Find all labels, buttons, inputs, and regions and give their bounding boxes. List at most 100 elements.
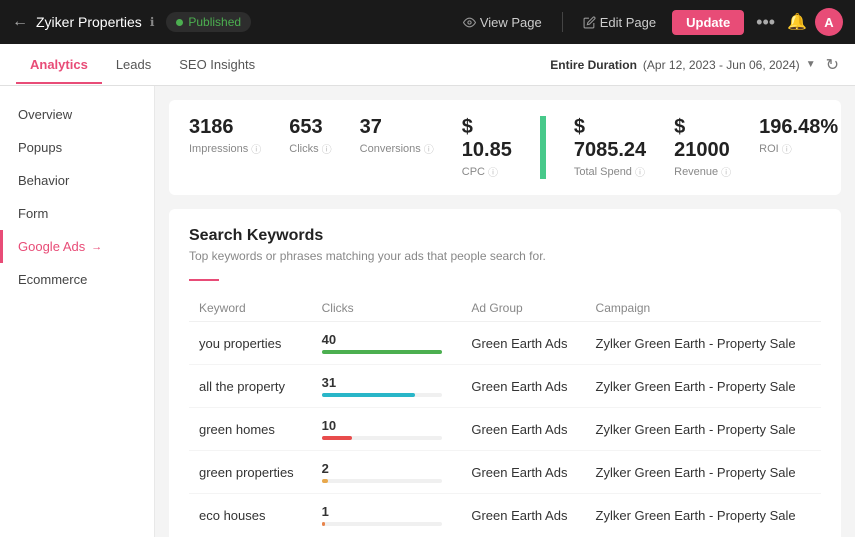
metric-label: CPC ⓘ (462, 164, 512, 179)
more-options-icon[interactable]: ••• (752, 12, 779, 33)
tab-leads[interactable]: Leads (102, 47, 165, 84)
keyword-cell: eco houses (189, 494, 312, 537)
metric-value: 37 (360, 116, 434, 139)
metric-cpc: $ 10.85 CPC ⓘ (462, 116, 512, 179)
date-filter[interactable]: Entire Duration (Apr 12, 2023 - Jun 06, … (550, 58, 815, 72)
view-page-button[interactable]: View Page (455, 11, 550, 34)
col-adgroup: Ad Group (461, 295, 585, 322)
metric-label: Impressions ⓘ (189, 141, 261, 156)
sidebar: Overview Popups Behavior Form Google Ads… (0, 86, 155, 537)
metrics-group-1: 3186 Impressions ⓘ 653 Clicks ⓘ 37 Conve… (189, 116, 543, 179)
section-subtitle: Top keywords or phrases matching your ad… (189, 249, 821, 263)
content-area: 3186 Impressions ⓘ 653 Clicks ⓘ 37 Conve… (155, 86, 855, 537)
clicks-cell: 40 (312, 322, 462, 365)
search-keywords-section: Search Keywords Top keywords or phrases … (169, 209, 841, 537)
metric-roi: 196.48% ROI ⓘ (759, 116, 838, 179)
sidebar-item-google-ads[interactable]: Google Ads → (0, 230, 154, 263)
campaign-cell: Zylker Green Earth - Property Sale (586, 408, 821, 451)
metric-total-spend: $ 7085.24 Total Spend ⓘ (574, 116, 646, 179)
table-row: you properties 40 Green Earth Ads Zylker… (189, 322, 821, 365)
bell-icon[interactable]: 🔔 (787, 12, 807, 32)
table-row: eco houses 1 Green Earth Ads Zylker Gree… (189, 494, 821, 537)
col-keyword: Keyword (189, 295, 312, 322)
metric-label: ROI ⓘ (759, 141, 838, 156)
sidebar-item-label: Popups (18, 140, 62, 155)
sidebar-item-overview[interactable]: Overview (0, 98, 154, 131)
keyword-cell: green properties (189, 451, 312, 494)
published-badge: Published (166, 12, 251, 32)
metric-label: Total Spend ⓘ (574, 164, 646, 179)
table-row: green homes 10 Green Earth Ads Zylker Gr… (189, 408, 821, 451)
sidebar-item-label: Google Ads (18, 239, 85, 254)
metrics-group-2: $ 7085.24 Total Spend ⓘ $ 21000 Revenue … (543, 116, 855, 179)
metrics-card: 3186 Impressions ⓘ 653 Clicks ⓘ 37 Conve… (169, 100, 841, 195)
adgroup-cell: Green Earth Ads (461, 365, 585, 408)
sidebar-item-label: Overview (18, 107, 72, 122)
section-title: Search Keywords (189, 227, 821, 245)
metric-label: Conversions ⓘ (360, 141, 434, 156)
published-dot (176, 19, 183, 26)
info-icon[interactable]: ⓘ (635, 164, 645, 179)
adgroup-cell: Green Earth Ads (461, 451, 585, 494)
date-label: Entire Duration (550, 58, 637, 72)
arrow-right-icon: → (91, 241, 102, 253)
metric-conversions: 37 Conversions ⓘ (360, 116, 434, 179)
campaign-cell: Zylker Green Earth - Property Sale (586, 451, 821, 494)
col-clicks: Clicks (312, 295, 462, 322)
metric-revenue: $ 21000 Revenue ⓘ (674, 116, 731, 179)
chevron-down-icon: ▼ (806, 59, 816, 70)
info-icon[interactable]: ⓘ (721, 164, 731, 179)
tab-seo-insights[interactable]: SEO Insights (165, 47, 269, 84)
campaign-cell: Zylker Green Earth - Property Sale (586, 322, 821, 365)
clicks-cell: 2 (312, 451, 462, 494)
date-range: (Apr 12, 2023 - Jun 06, 2024) (643, 58, 800, 72)
info-icon[interactable]: ⓘ (488, 164, 498, 179)
page-title: Zyiker Properties (36, 14, 142, 30)
info-icon[interactable]: ⓘ (424, 141, 434, 156)
info-icon[interactable]: ⓘ (322, 141, 332, 156)
col-campaign: Campaign (586, 295, 821, 322)
published-label: Published (188, 15, 241, 29)
tabs: Analytics Leads SEO Insights (16, 47, 550, 83)
sidebar-item-label: Form (18, 206, 48, 221)
keyword-cell: green homes (189, 408, 312, 451)
section-divider (189, 279, 219, 281)
campaign-cell: Zylker Green Earth - Property Sale (586, 365, 821, 408)
metric-value: $ 21000 (674, 116, 731, 162)
info-icon[interactable]: ⓘ (782, 141, 792, 156)
sidebar-item-behavior[interactable]: Behavior (0, 164, 154, 197)
update-button[interactable]: Update (672, 10, 744, 35)
table-row: all the property 31 Green Earth Ads Zylk… (189, 365, 821, 408)
back-button[interactable]: ← (12, 13, 28, 31)
topbar: ← Zyiker Properties ℹ Published View Pag… (0, 0, 855, 44)
info-icon[interactable]: ⓘ (251, 141, 261, 156)
main-layout: Overview Popups Behavior Form Google Ads… (0, 86, 855, 537)
metric-impressions: 3186 Impressions ⓘ (189, 116, 261, 179)
metric-value: 196.48% (759, 116, 838, 139)
tab-analytics[interactable]: Analytics (16, 47, 102, 84)
sidebar-item-popups[interactable]: Popups (0, 131, 154, 164)
metric-value: 653 (289, 116, 331, 139)
tabsbar: Analytics Leads SEO Insights Entire Dura… (0, 44, 855, 86)
keywords-table: Keyword Clicks Ad Group Campaign you pro… (189, 295, 821, 536)
avatar[interactable]: A (815, 8, 843, 36)
keyword-cell: all the property (189, 365, 312, 408)
table-row: green properties 2 Green Earth Ads Zylke… (189, 451, 821, 494)
refresh-button[interactable]: ↻ (826, 55, 839, 75)
keyword-cell: you properties (189, 322, 312, 365)
sidebar-item-form[interactable]: Form (0, 197, 154, 230)
metric-label: Revenue ⓘ (674, 164, 731, 179)
topbar-actions: View Page Edit Page Update ••• 🔔 A (455, 8, 843, 36)
edit-page-button[interactable]: Edit Page (575, 11, 664, 34)
campaign-cell: Zylker Green Earth - Property Sale (586, 494, 821, 537)
clicks-cell: 1 (312, 494, 462, 537)
metric-clicks: 653 Clicks ⓘ (289, 116, 331, 179)
sidebar-item-label: Ecommerce (18, 272, 87, 287)
adgroup-cell: Green Earth Ads (461, 322, 585, 365)
adgroup-cell: Green Earth Ads (461, 408, 585, 451)
clicks-cell: 10 (312, 408, 462, 451)
sidebar-item-ecommerce[interactable]: Ecommerce (0, 263, 154, 296)
info-icon[interactable]: ℹ (150, 15, 155, 29)
metric-value: 3186 (189, 116, 261, 139)
metric-label: Clicks ⓘ (289, 141, 331, 156)
